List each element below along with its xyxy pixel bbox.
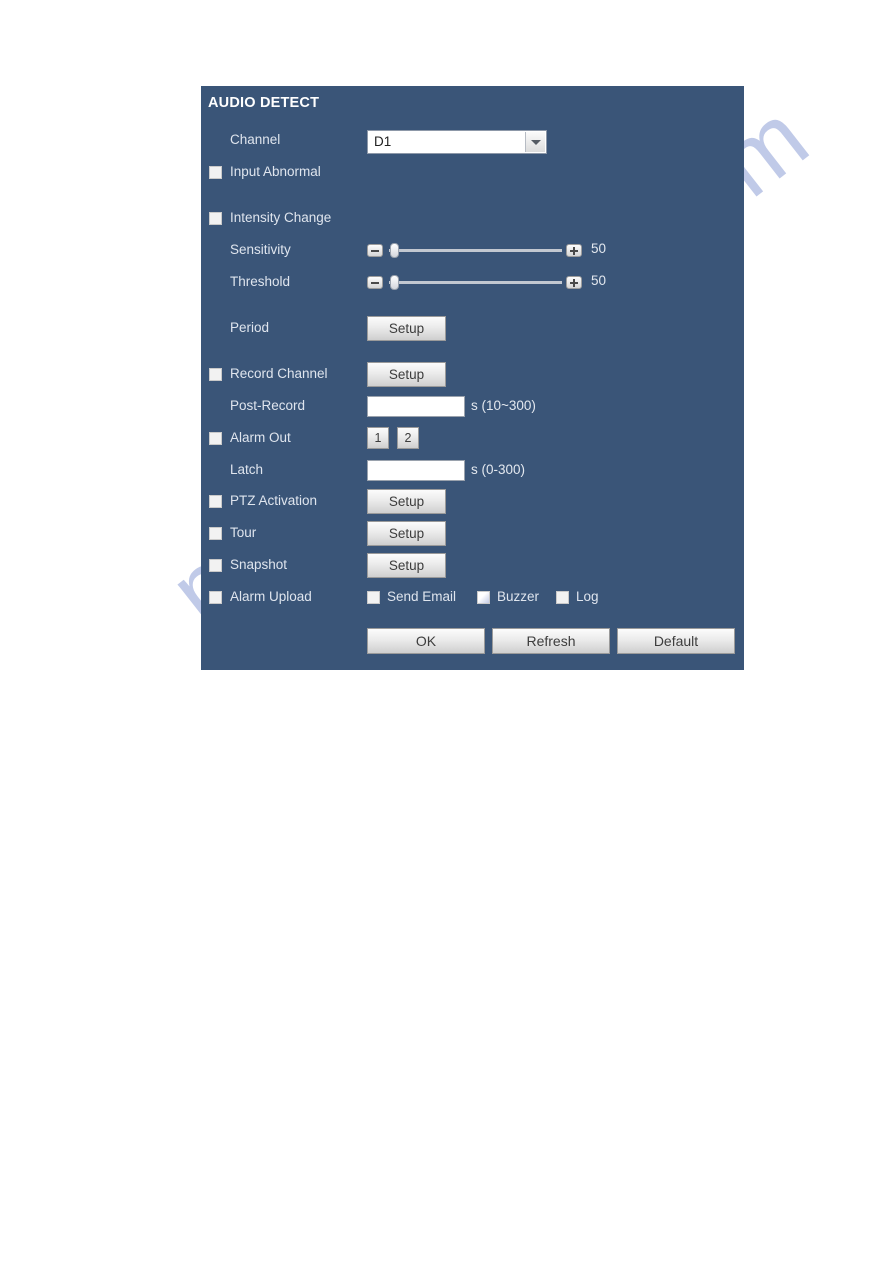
record-channel-setup-button[interactable]: Setup (367, 362, 446, 387)
default-button[interactable]: Default (617, 628, 735, 654)
row-snapshot: Snapshot Setup (201, 553, 744, 579)
log-label: Log (576, 589, 599, 604)
post-record-unit: s (10~300) (471, 398, 536, 413)
intensity-change-label: Intensity Change (230, 210, 332, 225)
alarm-out-port-1-button[interactable]: 1 (367, 427, 389, 449)
sensitivity-label: Sensitivity (230, 242, 291, 257)
row-latch: Latch s (0-300) (201, 460, 744, 484)
buzzer-label: Buzzer (497, 589, 540, 604)
row-intensity-change: Intensity Change (201, 208, 744, 232)
row-input-abnormal: Input Abnormal (201, 162, 744, 186)
page-title: AUDIO DETECT (208, 95, 320, 111)
tour-setup-button[interactable]: Setup (367, 521, 446, 546)
row-record-channel: Record Channel Setup (201, 362, 744, 388)
ok-button[interactable]: OK (367, 628, 485, 654)
threshold-slider-track[interactable] (389, 281, 562, 284)
period-setup-button[interactable]: Setup (367, 316, 446, 341)
input-abnormal-label: Input Abnormal (230, 164, 321, 179)
intensity-change-checkbox[interactable] (209, 212, 222, 225)
alarm-out-checkbox[interactable] (209, 432, 222, 445)
row-ptz-activation: PTZ Activation Setup (201, 489, 744, 515)
row-threshold: Threshold 50 (201, 272, 744, 296)
snapshot-setup-button[interactable]: Setup (367, 553, 446, 578)
threshold-slider-thumb[interactable] (390, 275, 399, 290)
ptz-activation-setup-button[interactable]: Setup (367, 489, 446, 514)
send-email-checkbox[interactable] (367, 591, 380, 604)
post-record-input[interactable] (367, 396, 465, 417)
row-tour: Tour Setup (201, 521, 744, 547)
input-abnormal-checkbox[interactable] (209, 166, 222, 179)
tour-label: Tour (230, 525, 257, 540)
audio-detect-panel: AUDIO DETECT Channel D1 Input Abnormal I… (201, 86, 744, 670)
alarm-upload-label: Alarm Upload (230, 589, 312, 604)
plus-icon[interactable] (566, 244, 582, 257)
refresh-button[interactable]: Refresh (492, 628, 610, 654)
sensitivity-value: 50 (591, 241, 607, 256)
ptz-activation-label: PTZ Activation (230, 493, 318, 508)
sensitivity-slider-track[interactable] (389, 249, 562, 252)
minus-icon[interactable] (367, 244, 383, 257)
alarm-out-label: Alarm Out (230, 430, 291, 445)
channel-select-value: D1 (374, 134, 392, 149)
latch-input[interactable] (367, 460, 465, 481)
row-alarm-upload: Alarm Upload Send Email Buzzer Log (201, 587, 744, 611)
log-checkbox[interactable] (556, 591, 569, 604)
row-post-record: Post-Record s (10~300) (201, 396, 744, 420)
channel-select-wrap: D1 (367, 130, 547, 154)
tour-checkbox[interactable] (209, 527, 222, 540)
ptz-activation-checkbox[interactable] (209, 495, 222, 508)
channel-label: Channel (230, 132, 281, 147)
record-channel-checkbox[interactable] (209, 368, 222, 381)
row-sensitivity: Sensitivity 50 (201, 240, 744, 264)
period-label: Period (230, 320, 270, 335)
alarm-out-port-2-button[interactable]: 2 (397, 427, 419, 449)
sensitivity-slider[interactable] (367, 241, 582, 259)
channel-select[interactable]: D1 (367, 130, 547, 154)
alarm-upload-checkbox[interactable] (209, 591, 222, 604)
action-bar: OK Refresh Default (201, 628, 744, 658)
post-record-label: Post-Record (230, 398, 306, 413)
latch-unit: s (0-300) (471, 462, 526, 477)
minus-icon[interactable] (367, 276, 383, 289)
snapshot-checkbox[interactable] (209, 559, 222, 572)
latch-label: Latch (230, 462, 264, 477)
snapshot-label: Snapshot (230, 557, 288, 572)
chevron-down-icon[interactable] (525, 132, 545, 152)
record-channel-label: Record Channel (230, 366, 328, 381)
row-channel: Channel D1 (201, 130, 744, 154)
row-period: Period Setup (201, 316, 744, 342)
plus-icon[interactable] (566, 276, 582, 289)
send-email-label: Send Email (387, 589, 457, 604)
threshold-value: 50 (591, 273, 607, 288)
sensitivity-slider-thumb[interactable] (390, 243, 399, 258)
buzzer-checkbox[interactable] (477, 591, 490, 604)
row-alarm-out: Alarm Out 1 2 (201, 427, 744, 452)
threshold-slider[interactable] (367, 273, 582, 291)
threshold-label: Threshold (230, 274, 291, 289)
